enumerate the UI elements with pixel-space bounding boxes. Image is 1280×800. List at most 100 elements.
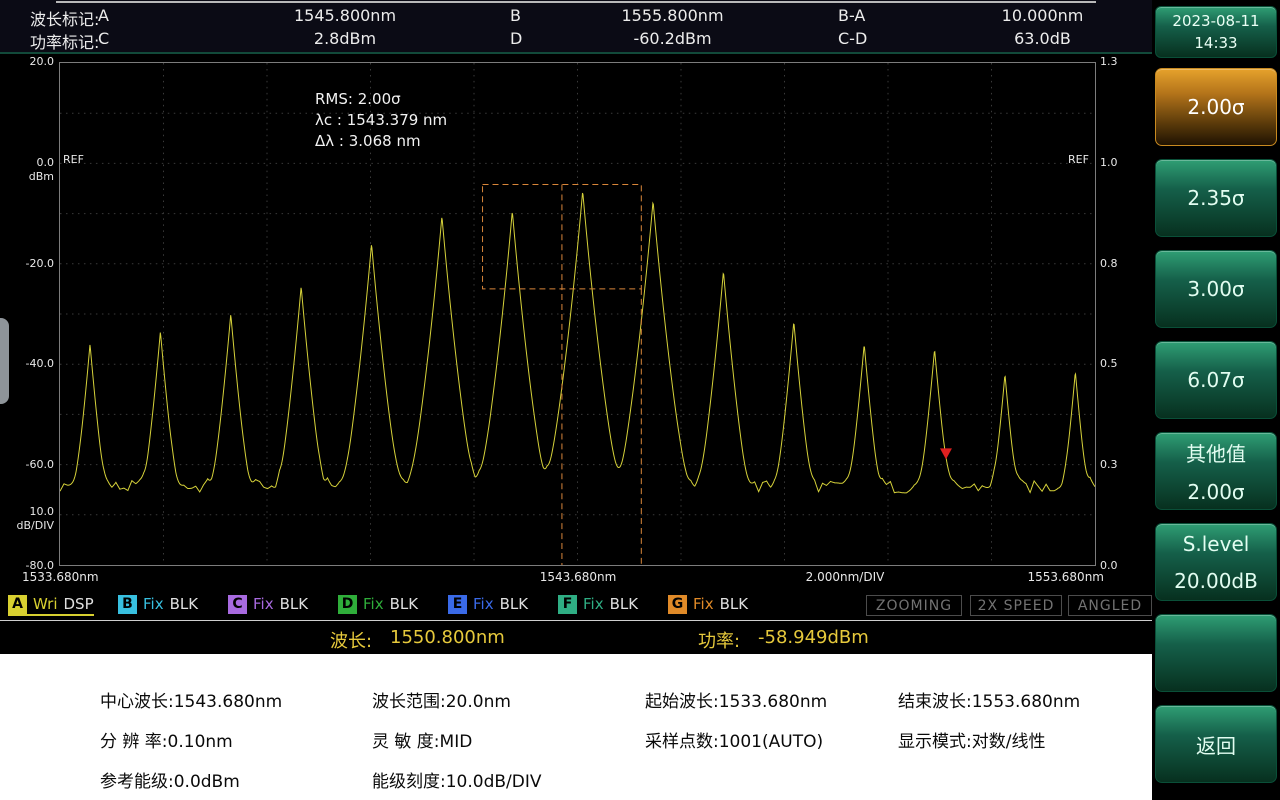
y-axis-right-label: 0.3 — [1100, 458, 1146, 471]
trace-mode: Fix — [363, 595, 384, 613]
marker-a-letter: A — [98, 6, 109, 25]
settings-panel: 中心波长:1543.680nm 波长范围:20.0nm 起始波长:1533.68… — [0, 654, 1152, 800]
power-marker-row: 功率标记: C 2.8dBm D -60.2dBm C-D 63.0dB — [0, 29, 1152, 49]
plot-frame[interactable] — [59, 62, 1096, 566]
trace-letter: F — [558, 595, 577, 614]
y-axis-right-label: 0.0 — [1100, 559, 1146, 572]
y-axis-right-label: 1.0 — [1100, 156, 1146, 169]
y-axis-right-label: 1.3 — [1100, 55, 1146, 68]
trace-c-chip[interactable]: C Fix BLK — [228, 594, 308, 616]
marker-b-a-label: B-A — [838, 6, 865, 25]
marker-b-letter: B — [510, 6, 521, 25]
power-markers-label: 功率标记: — [30, 29, 99, 53]
y-axis-right-label: 0.5 — [1100, 357, 1146, 370]
marker-c-letter: C — [98, 29, 109, 48]
setting-start-wavelength: 起始波长:1533.680nm — [645, 687, 827, 712]
button-s-level[interactable]: S.level 20.00dB — [1155, 523, 1277, 601]
osa-screen: 波长标记: A 1545.800nm B 1555.800nm B-A 10.0… — [0, 0, 1280, 800]
button-6-07-sigma[interactable]: 6.07σ — [1155, 341, 1277, 419]
trace-letter: C — [228, 595, 247, 614]
trace-mode: Fix — [693, 595, 714, 613]
date-text: 2023-08-11 — [1172, 12, 1259, 30]
y-axis-left-label: 20.0 — [0, 55, 54, 68]
trace-e-chip[interactable]: E Fix BLK — [448, 594, 528, 616]
analysis-lambda-line: λc : 1543.379 nm — [315, 110, 447, 131]
ref-level-left-label: REF — [63, 153, 84, 166]
marker-b-value: 1555.800nm — [590, 6, 755, 25]
setting-sensitivity: 灵 敏 度:MID — [372, 727, 472, 752]
setting-display-mode: 显示模式:对数/线性 — [898, 727, 1045, 752]
x-axis-center-label: 1543.680nm — [513, 570, 643, 584]
trace-mode: Fix — [583, 595, 604, 613]
marker-a-value: 1545.800nm — [260, 6, 430, 25]
angled-flag: ANGLED — [1068, 595, 1152, 616]
button-2-00-sigma[interactable]: 2.00σ — [1155, 68, 1277, 146]
marker-d-value: -60.2dBm — [590, 29, 755, 48]
side-drawer-handle[interactable] — [0, 318, 9, 404]
trace-type: DSP — [64, 595, 94, 613]
trace-mode: Fix — [473, 595, 494, 613]
setting-stop-wavelength: 结束波长:1553.680nm — [898, 687, 1080, 712]
y-scale-unit-label: dB/DIV — [0, 519, 54, 532]
button-other-value[interactable]: 其他值 2.00σ — [1155, 432, 1277, 510]
button-blank[interactable] — [1155, 614, 1277, 692]
marker-power-label: 功率: — [698, 627, 740, 653]
marker-wavelength-label: 波长: — [330, 627, 372, 653]
trace-type: BLK — [500, 595, 528, 613]
zooming-flag: ZOOMING — [866, 595, 962, 616]
trace-mode: Fix — [143, 595, 164, 613]
spectrum-trace — [60, 193, 1095, 493]
trace-d-chip[interactable]: D Fix BLK — [338, 594, 418, 616]
trace-g-chip[interactable]: G Fix BLK — [668, 594, 748, 616]
marker-readout-header: 波长标记: A 1545.800nm B 1555.800nm B-A 10.0… — [0, 0, 1152, 54]
marker-d-letter: D — [510, 29, 522, 48]
y-scale-value-label: 10.0 — [0, 505, 54, 518]
trace-letter: B — [118, 595, 137, 614]
trace-status-row: A Wri DSP B Fix BLK C Fix BLK D Fix BLK … — [0, 594, 1152, 618]
trace-letter: E — [448, 595, 467, 614]
trace-type: BLK — [170, 595, 198, 613]
setting-center-wavelength: 中心波长:1543.680nm — [100, 687, 282, 712]
wavelength-markers-label: 波长标记: — [30, 6, 99, 30]
trace-type: BLK — [610, 595, 638, 613]
marker-wavelength-value: 1550.800nm — [390, 627, 505, 648]
trace-type: BLK — [280, 595, 308, 613]
marker-c-value: 2.8dBm — [260, 29, 430, 48]
chart-area: 20.0 0.0 -20.0 -40.0 -60.0 -80.0 dBm 10.… — [0, 56, 1152, 594]
wavelength-marker-row: 波长标记: A 1545.800nm B 1555.800nm B-A 10.0… — [0, 6, 1152, 26]
analysis-delta-line: Δλ : 3.068 nm — [315, 131, 447, 152]
trace-letter: D — [338, 595, 357, 614]
trace-letter: A — [8, 595, 27, 614]
spectrum-plot[interactable] — [60, 63, 1095, 565]
datetime-display[interactable]: 2023-08-11 14:33 — [1155, 6, 1277, 58]
ref-level-right-label: REF — [1068, 153, 1089, 166]
setting-sampling-points: 采样点数:1001(AUTO) — [645, 727, 823, 752]
analysis-rms-line: RMS: 2.00σ — [315, 89, 447, 110]
button-return[interactable]: 返回 — [1155, 705, 1277, 783]
marker-c-d-value: 63.0dB — [960, 29, 1125, 48]
time-text: 14:33 — [1194, 34, 1237, 52]
trace-mode: Wri — [33, 595, 58, 613]
trace-type: BLK — [390, 595, 418, 613]
speed-flag: 2X SPEED — [970, 595, 1062, 616]
setting-level-scale: 能级刻度:10.0dB/DIV — [372, 767, 542, 792]
marker-b-a-value: 10.000nm — [960, 6, 1125, 25]
trace-letter: G — [668, 595, 687, 614]
marker-value-bar: 波长: 1550.800nm 功率: -58.949dBm — [0, 621, 1152, 654]
x-axis-per-div-label: 2.000nm/DIV — [780, 570, 910, 584]
x-axis-end-label: 1553.680nm — [1008, 570, 1104, 584]
trace-b-chip[interactable]: B Fix BLK — [118, 594, 198, 616]
button-2-35-sigma[interactable]: 2.35σ — [1155, 159, 1277, 237]
trace-f-chip[interactable]: F Fix BLK — [558, 594, 638, 616]
setting-resolution: 分 辨 率:0.10nm — [100, 727, 233, 752]
trace-type: BLK — [720, 595, 748, 613]
trace-a-chip[interactable]: A Wri DSP — [8, 594, 94, 616]
marker-triangle[interactable] — [940, 448, 952, 459]
y-axis-left-label: -20.0 — [0, 257, 54, 270]
softkey-sidebar: 2023-08-11 14:33 2.00σ 2.35σ 3.00σ 6.07σ… — [1152, 0, 1280, 800]
x-axis-start-label: 1533.680nm — [22, 570, 99, 584]
y-axis-left-label: 0.0 — [0, 156, 54, 169]
y-axis-left-label: -60.0 — [0, 458, 54, 471]
y-axis-unit-label: dBm — [0, 170, 54, 183]
button-3-00-sigma[interactable]: 3.00σ — [1155, 250, 1277, 328]
